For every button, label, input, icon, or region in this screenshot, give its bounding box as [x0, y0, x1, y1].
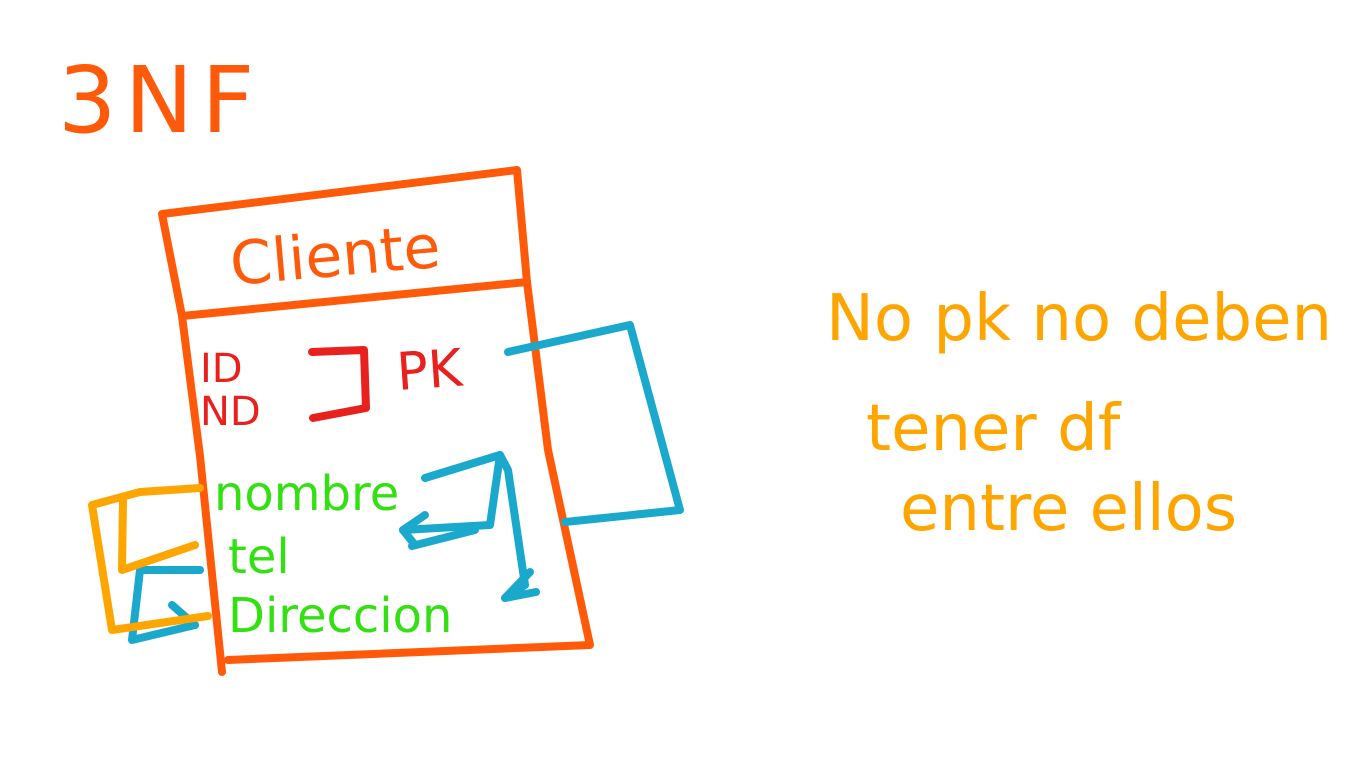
note-line-1: No pk no deben: [826, 282, 1332, 356]
key-attribute-id: ID: [200, 346, 243, 392]
attribute-nombre: nombre: [214, 466, 399, 522]
key-attribute-nd: ND: [200, 389, 261, 435]
note-line-2: tener df: [866, 392, 1122, 466]
entity-name: Cliente: [227, 212, 443, 300]
whiteboard-canvas: 3NF Cliente ID ND PK nombre tel Direccio…: [58, 47, 1332, 676]
diagram-title: 3NF: [58, 47, 262, 154]
key-bracket: [308, 346, 370, 422]
note-line-3: entre ellos: [900, 472, 1237, 546]
attribute-tel: tel: [228, 529, 290, 585]
attribute-direccion: Direccion: [228, 588, 452, 644]
primary-key-label: PK: [395, 338, 466, 403]
transitive-dependency-mark: [88, 484, 212, 634]
